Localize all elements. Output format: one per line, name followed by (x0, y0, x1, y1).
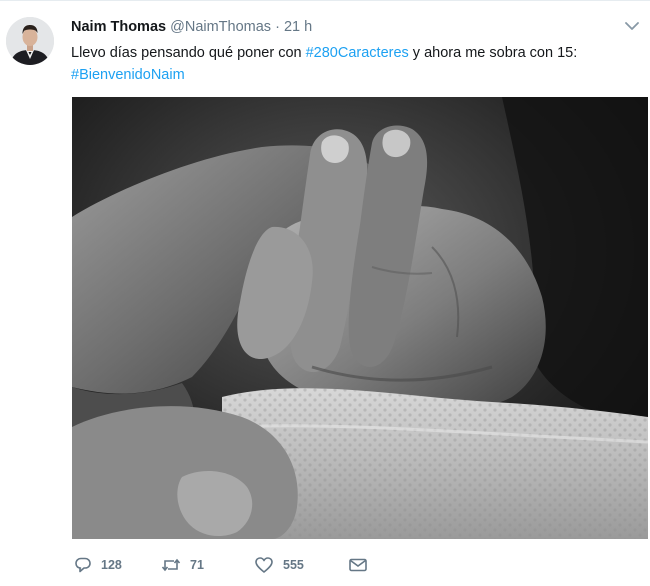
separator-dot: · (275, 19, 280, 35)
direct-message-button[interactable] (348, 556, 368, 574)
heart-icon (255, 557, 273, 573)
like-count: 555 (283, 558, 304, 572)
reply-count: 128 (101, 558, 122, 572)
timestamp[interactable]: 21 h (284, 19, 312, 35)
tweet-text: Llevo días pensando qué poner con #280Ca… (71, 42, 636, 86)
like-button[interactable]: 555 (254, 556, 304, 574)
retweet-count: 71 (190, 558, 204, 572)
retweet-button[interactable]: 71 (161, 556, 204, 574)
tweet-text-part2: y ahora me sobra con 15: (408, 45, 578, 61)
user-handle[interactable]: @NaimThomas (170, 19, 271, 35)
hashtag-link-280caracteres[interactable]: #280Caracteres (306, 45, 409, 61)
tweet-photo[interactable] (72, 97, 648, 539)
retweet-icon (161, 558, 181, 572)
reply-icon (75, 557, 91, 573)
tweet-text-part1: Llevo días pensando qué poner con (71, 45, 306, 61)
avatar[interactable] (6, 17, 54, 65)
tweet-header: Naim Thomas @NaimThomas · 21 h (71, 19, 312, 35)
hashtag-link-bienvenidonaim[interactable]: #BienvenidoNaim (71, 67, 185, 83)
envelope-icon (349, 558, 367, 572)
chevron-down-icon[interactable] (624, 19, 640, 31)
tweet-card[interactable]: Naim Thomas @NaimThomas · 21 h Llevo día… (0, 0, 650, 586)
display-name[interactable]: Naim Thomas (71, 19, 166, 35)
reply-button[interactable]: 128 (74, 556, 122, 574)
